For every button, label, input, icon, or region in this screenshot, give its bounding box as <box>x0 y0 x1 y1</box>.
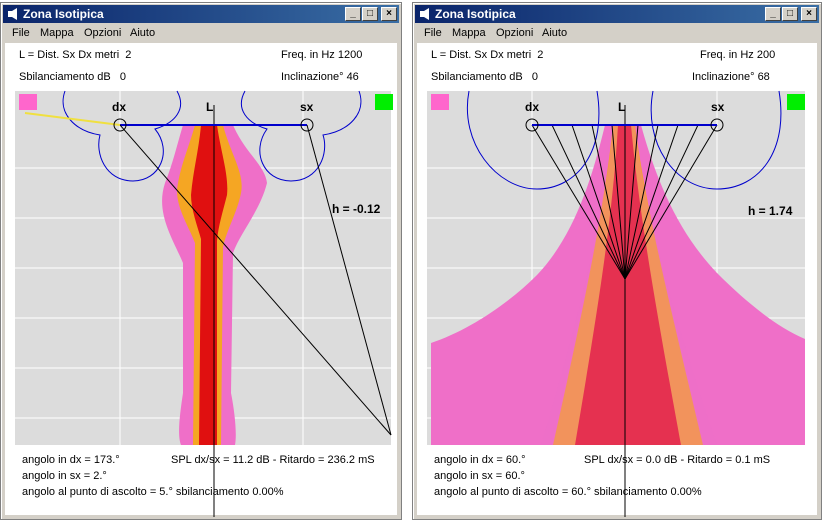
angle-listening: angolo al punto di ascolto = 60.° sbilan… <box>434 486 702 498</box>
height-readout: h = -0.12 <box>332 202 381 216</box>
left-marker <box>431 94 449 110</box>
menu-opzioni[interactable]: Opzioni <box>84 27 121 39</box>
window-1: Zona Isotipica _ □ × File Mappa Opzioni … <box>0 2 402 520</box>
window-2: Zona Isotipica _ □ × File Mappa Opzioni … <box>412 2 822 520</box>
center-label: L <box>206 100 213 114</box>
angle-listening: angolo al punto di ascolto = 5.° sbilanc… <box>22 486 284 498</box>
sx-label: sx <box>300 100 314 114</box>
close-button[interactable]: × <box>381 7 397 21</box>
dx-label: dx <box>112 100 126 114</box>
title-bar[interactable]: Zona Isotipica _ □ × <box>415 5 819 23</box>
client-area: L = Dist. Sx Dx metri 2 Freq. in Hz 1200… <box>5 43 399 517</box>
angle-dx: angolo in dx = 173.° <box>22 454 120 466</box>
center-label: L <box>618 100 625 114</box>
angle-sx: angolo in sx = 60.° <box>434 470 525 482</box>
window-title: Zona Isotipica <box>23 7 104 21</box>
maximize-button[interactable]: □ <box>782 7 798 21</box>
spl-readout: SPL dx/sx = 11.2 dB - Ritardo = 236.2 mS <box>171 454 375 466</box>
right-marker <box>375 94 393 110</box>
menu-mappa[interactable]: Mappa <box>40 27 74 39</box>
app-icon <box>420 8 429 20</box>
close-button[interactable]: × <box>801 7 817 21</box>
menu-opzioni[interactable]: Opzioni <box>496 27 533 39</box>
client-area: L = Dist. Sx Dx metri 2 Freq. in Hz 200 … <box>417 43 819 517</box>
right-marker <box>787 94 805 110</box>
window-title: Zona Isotipica <box>435 7 516 21</box>
isotype-map[interactable]: dx sx L h = 1.74 <box>417 43 819 517</box>
menu-aiuto[interactable]: Aiuto <box>130 27 155 39</box>
isotype-map[interactable]: dx sx L h = -0.12 <box>5 43 399 517</box>
minimize-button[interactable]: _ <box>765 7 781 21</box>
menu-file[interactable]: File <box>424 27 442 39</box>
menu-file[interactable]: File <box>12 27 30 39</box>
minimize-button[interactable]: _ <box>345 7 361 21</box>
dx-label: dx <box>525 100 539 114</box>
angle-sx: angolo in sx = 2.° <box>22 470 107 482</box>
menu-bar: File Mappa Opzioni Aiuto <box>415 24 819 43</box>
maximize-button[interactable]: □ <box>362 7 378 21</box>
menu-aiuto[interactable]: Aiuto <box>542 27 567 39</box>
height-readout: h = 1.74 <box>748 204 793 218</box>
left-marker <box>19 94 37 110</box>
title-bar[interactable]: Zona Isotipica _ □ × <box>3 5 399 23</box>
app-icon <box>8 8 17 20</box>
angle-dx: angolo in dx = 60.° <box>434 454 526 466</box>
spl-readout: SPL dx/sx = 0.0 dB - Ritardo = 0.1 mS <box>584 454 771 466</box>
menu-mappa[interactable]: Mappa <box>452 27 486 39</box>
menu-bar: File Mappa Opzioni Aiuto <box>3 24 399 43</box>
sx-label: sx <box>711 100 725 114</box>
